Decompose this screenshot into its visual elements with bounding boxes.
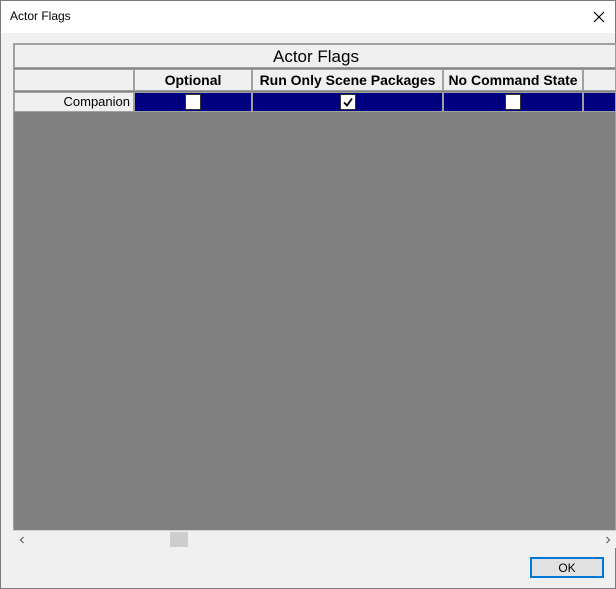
checkbox-run-only-scene-packages[interactable] — [339, 94, 356, 110]
horizontal-scrollbar[interactable] — [13, 530, 616, 548]
column-header-optional[interactable]: Optional — [134, 69, 252, 91]
flags-grid: Actor Flags Optional Run Only Scene Pack… — [13, 43, 616, 548]
chevron-right-icon — [605, 536, 610, 543]
chevron-left-icon — [19, 536, 24, 543]
column-header-extra[interactable] — [583, 69, 615, 91]
window-title: Actor Flags — [10, 9, 71, 23]
title-bar: Actor Flags — [1, 1, 615, 33]
column-header-no-command-state[interactable]: No Command State — [443, 69, 583, 91]
scroll-thumb[interactable] — [170, 532, 188, 547]
cell-no-command-state[interactable] — [443, 92, 583, 112]
cell-run-only-scene-packages[interactable] — [252, 92, 443, 112]
corner-header-cell — [14, 69, 134, 91]
cell-optional[interactable] — [134, 92, 252, 112]
grid-title: Actor Flags — [14, 44, 615, 68]
cell-extra[interactable] — [583, 92, 615, 112]
column-header-run-only-scene-packages[interactable]: Run Only Scene Packages — [252, 69, 443, 91]
ok-button[interactable]: OK — [530, 557, 604, 578]
checkbox-optional[interactable] — [185, 94, 201, 110]
close-icon — [593, 11, 605, 23]
scroll-left-button[interactable] — [13, 531, 30, 548]
actor-flags-dialog: Actor Flags Actor Flags Optional Run Onl… — [0, 0, 616, 589]
checkbox-no-command-state[interactable] — [505, 94, 521, 110]
checkmark-icon — [342, 97, 353, 107]
table-row[interactable]: Companion — [14, 92, 615, 112]
close-button[interactable] — [583, 1, 615, 33]
row-label-companion[interactable]: Companion — [14, 92, 134, 112]
scroll-right-button[interactable] — [599, 531, 616, 548]
column-header-row: Optional Run Only Scene Packages No Comm… — [14, 69, 615, 91]
